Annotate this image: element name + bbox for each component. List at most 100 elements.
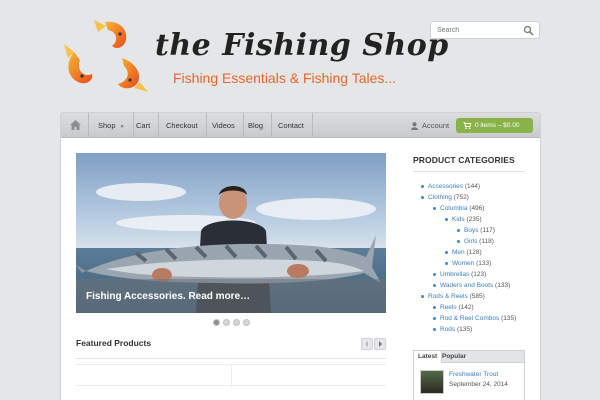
- category-count: (585): [469, 293, 485, 300]
- category-count: (144): [464, 183, 481, 190]
- bullet-icon: [445, 250, 448, 254]
- bullet-icon: [433, 316, 436, 320]
- category-link[interactable]: Girls: [464, 238, 477, 245]
- category-item: Girls (118): [457, 238, 494, 245]
- cart-icon: [463, 121, 472, 129]
- category-item: Men (128): [445, 249, 482, 256]
- category-item: Columbia (496): [433, 205, 484, 212]
- search-input[interactable]: [437, 25, 521, 36]
- sidebar-heading: PRODUCT CATEGORIES: [413, 155, 515, 165]
- chevron-right-icon: [379, 341, 382, 347]
- category-link[interactable]: Clothing: [428, 194, 452, 201]
- category-item: Boys (117): [457, 227, 495, 234]
- account-link[interactable]: Account: [411, 113, 449, 138]
- user-icon: [411, 122, 418, 131]
- main-nav: Shop ▼ Cart Checkout Videos Blog Contact…: [61, 113, 540, 138]
- category-link[interactable]: Accessories: [428, 183, 463, 190]
- chevron-down-icon: ▼: [119, 124, 125, 130]
- bullet-icon: [421, 195, 424, 199]
- category-item: Reels (142): [433, 304, 474, 311]
- category-link[interactable]: Rods & Reels: [428, 293, 468, 300]
- slider-dot-1[interactable]: [213, 319, 220, 326]
- search-box: [430, 21, 540, 39]
- category-item: Rods (135): [433, 326, 472, 333]
- category-link[interactable]: Rods: [440, 326, 455, 333]
- category-item: Clothing (752): [421, 194, 469, 201]
- bullet-icon: [433, 206, 436, 210]
- category-item: Women (133): [445, 260, 491, 267]
- nav-item-blog[interactable]: Blog: [240, 113, 273, 138]
- category-count: (133): [495, 282, 511, 289]
- category-count: (752): [453, 194, 469, 201]
- site-title[interactable]: the Fishing Shop: [155, 28, 449, 63]
- bullet-icon: [457, 239, 460, 243]
- bullet-icon: [445, 261, 448, 265]
- category-count: (496): [469, 205, 485, 212]
- category-count: (235): [466, 216, 482, 223]
- posts-tabs: Latest Popular: [413, 350, 525, 363]
- search-icon[interactable]: [523, 25, 534, 36]
- slider-dot-2[interactable]: [223, 319, 230, 326]
- site-tagline: Fishing Essentials & Fishing Tales...: [173, 70, 397, 86]
- category-link[interactable]: Umbrellas: [440, 271, 469, 278]
- home-icon: [70, 120, 81, 130]
- tab-popular[interactable]: Popular: [438, 351, 470, 363]
- prev-arrow-button[interactable]: [361, 338, 373, 350]
- category-count: (142): [458, 304, 474, 311]
- featured-nav: [361, 338, 387, 350]
- cart-button[interactable]: 0 items – $0.00: [456, 118, 533, 133]
- bullet-icon: [457, 228, 460, 232]
- hero-slider[interactable]: Fishing Accessories. Read more…: [76, 153, 386, 313]
- bullet-icon: [433, 305, 436, 309]
- nav-item-cart[interactable]: Cart: [128, 113, 160, 138]
- post-title-link[interactable]: Freshwater Trout: [449, 371, 498, 378]
- category-item: Kids (235): [445, 216, 482, 223]
- category-count: (135): [501, 315, 517, 322]
- slider-dot-4[interactable]: [243, 319, 250, 326]
- bullet-icon: [421, 184, 424, 188]
- nav-item-checkout[interactable]: Checkout: [158, 113, 207, 138]
- category-link[interactable]: Kids: [452, 216, 465, 223]
- featured-products-heading: Featured Products: [76, 338, 152, 348]
- nav-item-label: Shop: [98, 121, 116, 130]
- category-link[interactable]: Boys: [464, 227, 478, 234]
- category-count: (123): [471, 271, 487, 278]
- cart-summary: 0 items – $0.00: [475, 122, 520, 129]
- chevron-left-icon: [365, 341, 368, 347]
- category-item: Waders and Boots (133): [433, 282, 510, 289]
- category-link[interactable]: Reels: [440, 304, 457, 311]
- category-count: (133): [476, 260, 492, 267]
- nav-item-contact[interactable]: Contact: [270, 113, 313, 138]
- grid-divider: [231, 365, 232, 387]
- fish-logo-icon[interactable]: [60, 18, 150, 96]
- nav-item-videos[interactable]: Videos: [204, 113, 244, 138]
- latest-post-item: Freshwater Trout September 24, 2014: [413, 363, 525, 400]
- category-count: (118): [479, 238, 494, 245]
- sidebar-divider: [413, 171, 525, 172]
- category-item: Umbrellas (123): [433, 271, 486, 278]
- account-label: Account: [422, 121, 450, 130]
- category-link[interactable]: Waders and Boots: [440, 282, 493, 289]
- post-thumbnail[interactable]: [420, 370, 444, 394]
- bullet-icon: [421, 294, 424, 298]
- slider-dot-3[interactable]: [233, 319, 240, 326]
- bullet-icon: [433, 283, 436, 287]
- category-count: (128): [466, 249, 482, 256]
- category-link[interactable]: Women: [452, 260, 474, 267]
- home-nav-button[interactable]: [61, 113, 89, 138]
- category-item: Rod & Reel Combos (135): [433, 315, 516, 322]
- category-link[interactable]: Men: [452, 249, 465, 256]
- bullet-icon: [445, 217, 448, 221]
- category-count: (135): [457, 326, 473, 333]
- bullet-icon: [433, 327, 436, 331]
- category-link[interactable]: Rod & Reel Combos: [440, 315, 499, 322]
- category-count: (117): [480, 227, 495, 234]
- category-item: Rods & Reels (585): [421, 293, 485, 300]
- slide-caption-link[interactable]: Fishing Accessories. Read more…: [86, 291, 250, 302]
- post-date: September 24, 2014: [449, 381, 508, 388]
- featured-divider: [76, 358, 386, 359]
- next-arrow-button[interactable]: [374, 338, 386, 350]
- bullet-icon: [433, 272, 436, 276]
- category-link[interactable]: Columbia: [440, 205, 467, 212]
- main-container: Shop ▼ Cart Checkout Videos Blog Contact…: [60, 112, 541, 400]
